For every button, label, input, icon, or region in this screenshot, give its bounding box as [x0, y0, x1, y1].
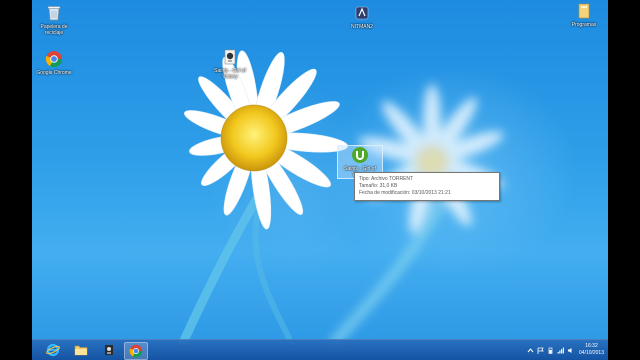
desktop-icon-label: NITMAN2 — [351, 24, 373, 30]
desktop-icon-label: Papelera de reciclaje — [40, 24, 68, 36]
battery-icon[interactable] — [547, 347, 554, 354]
wallpaper-daisy — [177, 50, 504, 349]
tooltip-size: Tamaño: 31,0 KB — [359, 183, 398, 189]
app-icon — [353, 4, 371, 22]
taskbar-clock[interactable]: 16:32 04/10/2013 — [579, 343, 604, 357]
taskbar-chrome[interactable] — [124, 342, 148, 360]
torrent-file-icon — [221, 48, 239, 66]
clock-date: 04/10/2013 — [578, 350, 604, 356]
folder-icon — [74, 345, 88, 356]
tooltip-modified: Fecha de modificación: 03/10/2013 21:21 — [359, 190, 451, 196]
desktop-icon-label: Saints - Girl of Victory — [214, 68, 246, 80]
ie-icon — [46, 343, 60, 357]
utorrent-icon — [351, 146, 369, 164]
taskbar: 16:32 04/10/2013 — [32, 339, 608, 360]
chrome-icon — [129, 344, 143, 358]
file-tooltip: Tipo: Archivo TORRENT Tamaño: 31,0 KB Fe… — [354, 172, 500, 201]
taskbar-internet-explorer[interactable] — [42, 342, 64, 358]
desktop-icon-google-chrome[interactable]: Google Chrome — [32, 50, 76, 76]
desktop-icon-label: Google Chrome — [36, 70, 72, 76]
chrome-icon — [45, 50, 63, 68]
desktop-icon-torrent-file-1[interactable]: Saints - Girl of Victory — [208, 48, 252, 80]
tooltip-type: Tipo: Archivo TORRENT — [359, 176, 414, 182]
taskbar-file-explorer[interactable] — [70, 342, 92, 358]
volume-icon[interactable] — [567, 347, 574, 354]
desktop-icon-nitman[interactable]: NITMAN2 — [340, 4, 384, 30]
desktop[interactable]: Papelera de reciclaje Google Chrome Sain… — [32, 0, 608, 360]
desktop-icon-label: Programas — [571, 22, 597, 28]
folder-icon — [575, 2, 593, 20]
chevron-up-icon[interactable] — [527, 347, 534, 354]
recycle-bin-icon — [45, 4, 63, 22]
flag-icon[interactable] — [537, 347, 544, 354]
taskbar-pinned-app[interactable] — [98, 342, 120, 358]
network-signal-icon[interactable] — [557, 347, 564, 354]
app-icon — [105, 345, 113, 355]
clock-time: 16:32 — [585, 343, 598, 349]
desktop-icon-programas[interactable]: Programas — [562, 2, 606, 28]
system-tray: 16:32 04/10/2013 — [527, 340, 604, 360]
desktop-icon-recycle-bin[interactable]: Papelera de reciclaje — [32, 4, 76, 36]
